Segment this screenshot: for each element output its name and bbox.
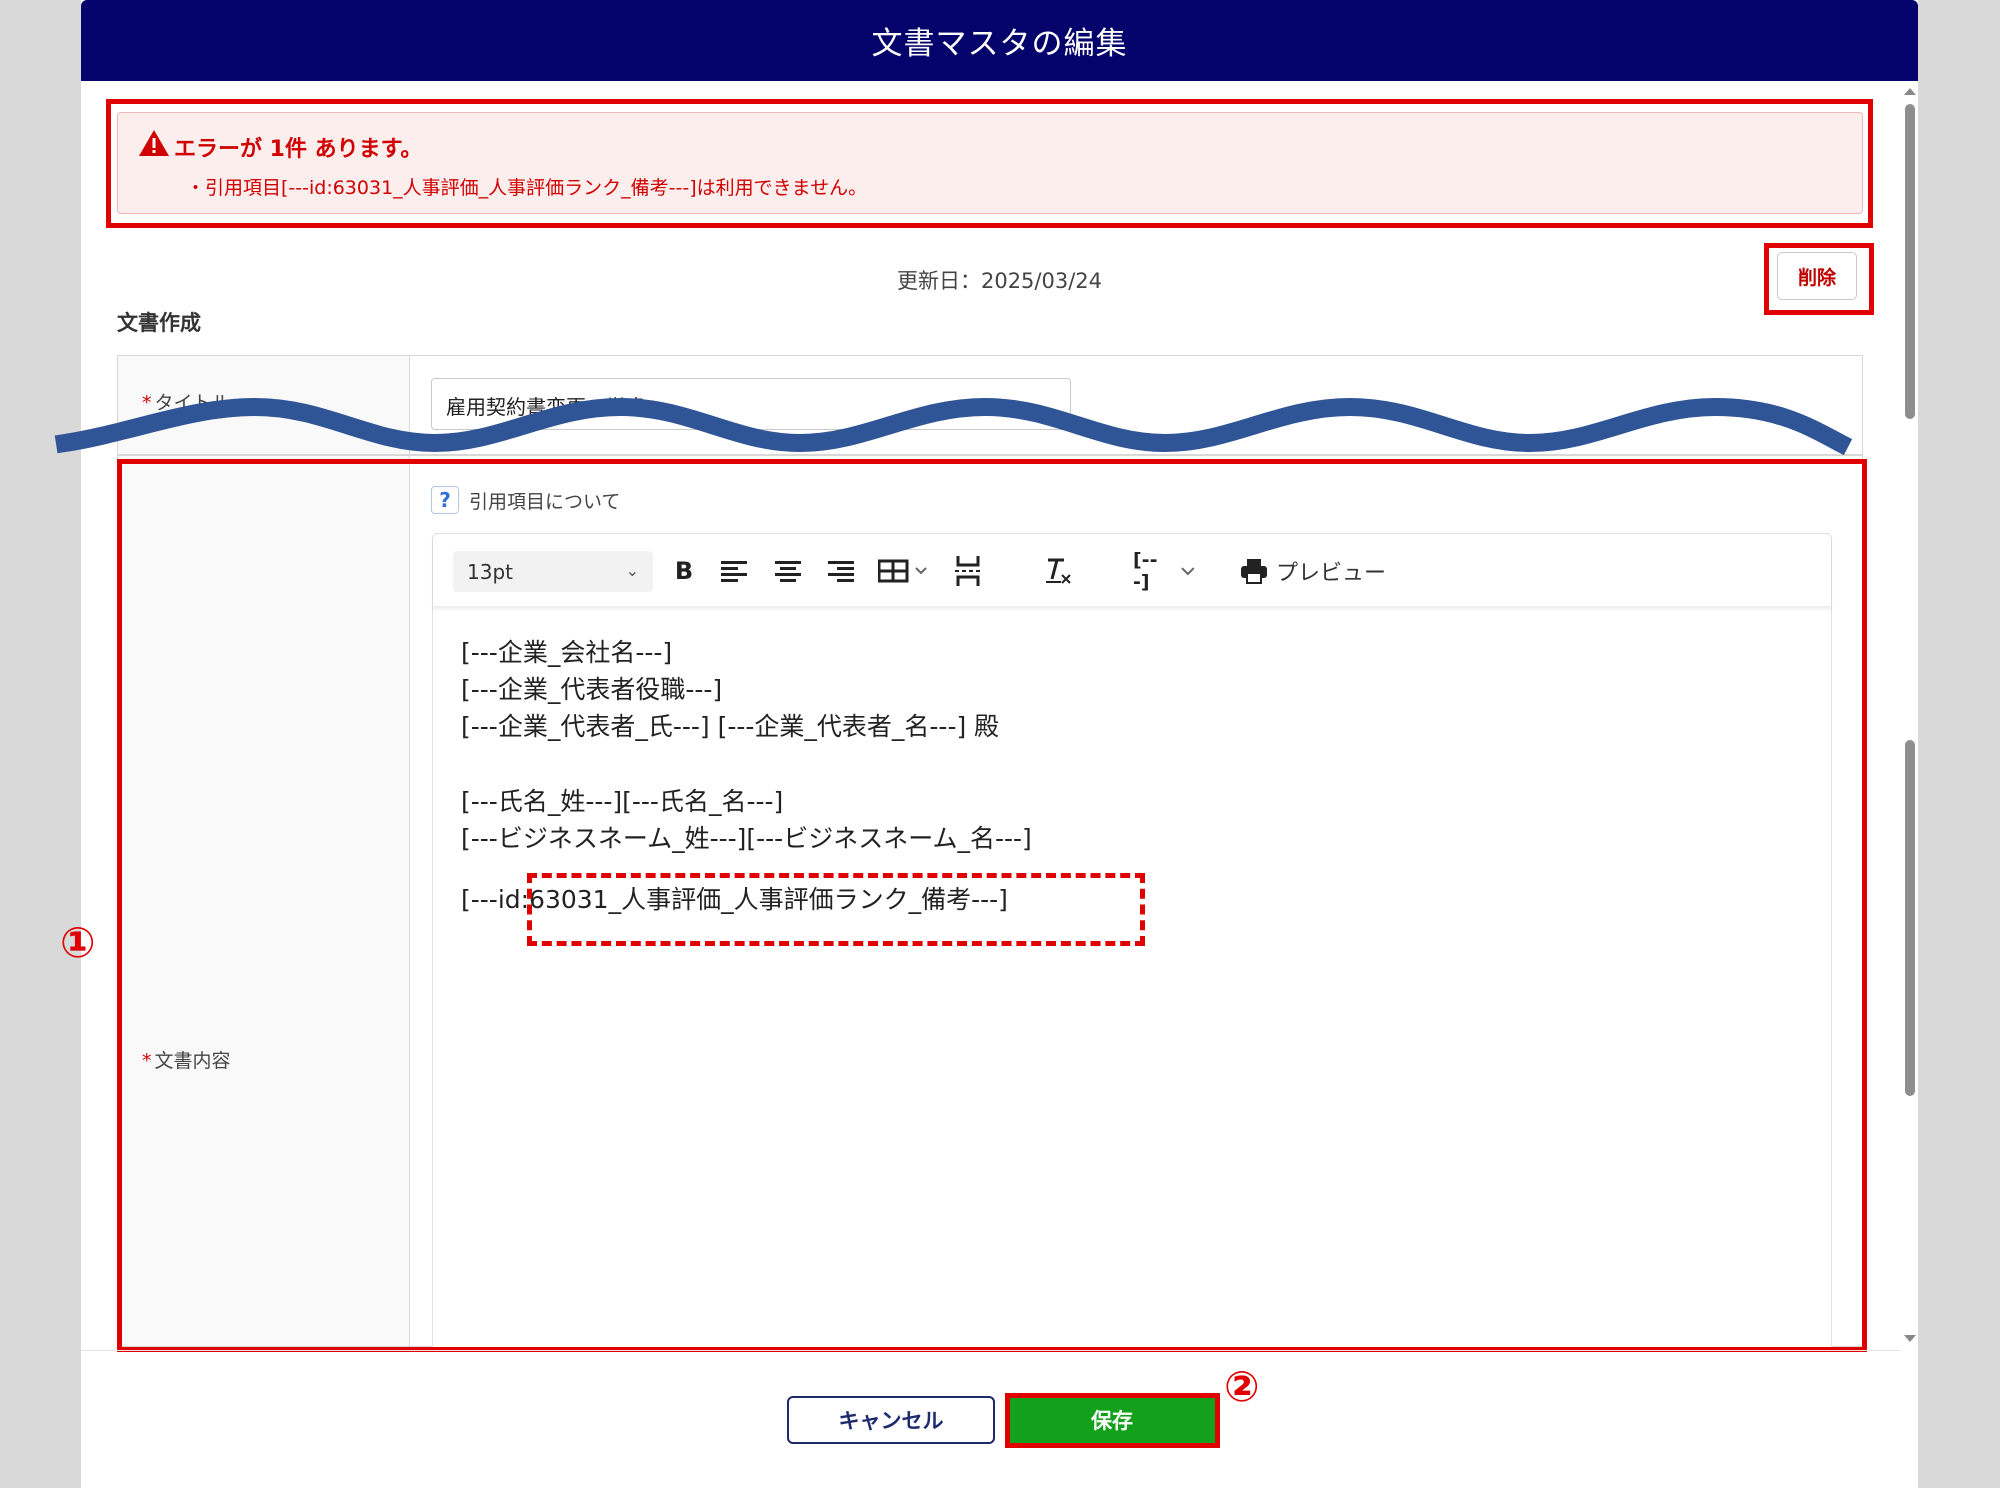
scroll-up-arrow-icon[interactable] [1904,88,1916,95]
scroll-down-arrow-icon[interactable] [1904,1335,1916,1342]
annotation-error-frame [106,99,1873,228]
scrollbar-thumb-lower[interactable] [1905,740,1915,1096]
dialog-title: 文書マスタの編集 [81,0,1918,81]
section-title: 文書作成 [117,311,201,335]
wavy-cut-line [54,397,1853,456]
cancel-button[interactable]: キャンセル [787,1396,995,1444]
edit-document-master-dialog: 文書マスタの編集 エラーが 1件 あります。 ・引用項目[---id:63031… [81,0,1918,1488]
annotation-marker-2: ② [1224,1362,1260,1411]
annotation-marker-1: ① [60,918,96,967]
annotation-delete-frame [1764,243,1874,315]
updated-date: 更新日：2025/03/24 [896,269,1103,293]
scrollbar-thumb-upper[interactable] [1905,104,1915,419]
annotation-save-frame [1005,1393,1220,1448]
footer-divider [81,1350,1901,1351]
annotation-content-frame [117,459,1867,1352]
